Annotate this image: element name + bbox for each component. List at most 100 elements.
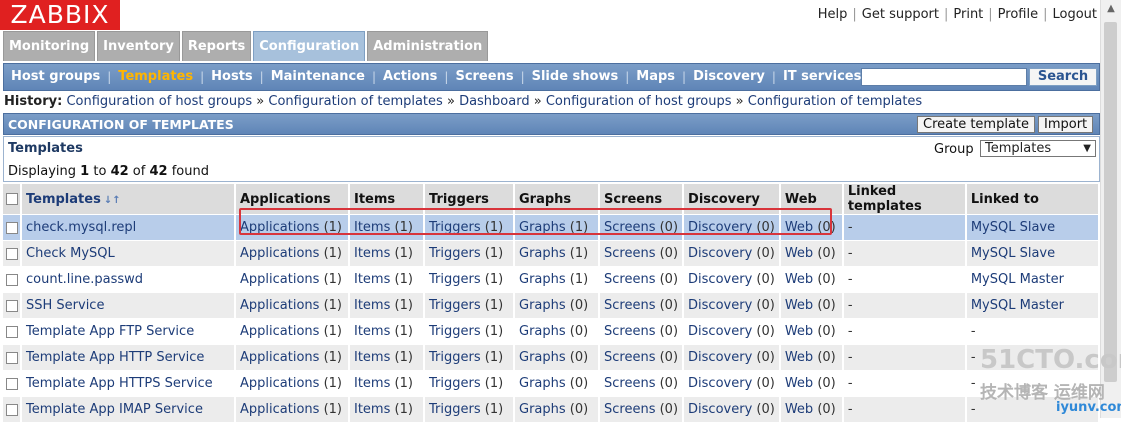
items-link[interactable]: Items bbox=[354, 272, 390, 287]
submenu-discovery[interactable]: Discovery bbox=[686, 64, 772, 90]
screens-link[interactable]: Screens bbox=[604, 350, 655, 365]
discovery-link[interactable]: Discovery bbox=[688, 350, 752, 365]
scroll-up-icon[interactable]: ▲ bbox=[1101, 0, 1121, 18]
submenu-hosts[interactable]: Hosts bbox=[204, 64, 260, 90]
web-link[interactable]: Web bbox=[785, 324, 813, 339]
template-name-link[interactable]: Template App IMAP Service bbox=[26, 402, 203, 417]
applications-link[interactable]: Applications bbox=[240, 298, 319, 313]
triggers-link[interactable]: Triggers bbox=[429, 402, 481, 417]
items-link[interactable]: Items bbox=[354, 350, 390, 365]
history-link[interactable]: Dashboard bbox=[459, 94, 530, 109]
template-name-link[interactable]: Template App HTTP Service bbox=[26, 350, 204, 365]
items-link[interactable]: Items bbox=[354, 402, 390, 417]
row-checkbox[interactable] bbox=[5, 403, 18, 416]
screens-link[interactable]: Screens bbox=[604, 272, 655, 287]
row-checkbox[interactable] bbox=[5, 247, 18, 260]
graphs-link[interactable]: Graphs bbox=[519, 298, 566, 313]
submenu-maintenance[interactable]: Maintenance bbox=[264, 64, 372, 90]
history-link[interactable]: Configuration of host groups bbox=[66, 94, 252, 109]
help-link[interactable]: Help bbox=[818, 7, 848, 22]
discovery-link[interactable]: Discovery bbox=[688, 220, 752, 235]
triggers-link[interactable]: Triggers bbox=[429, 246, 481, 261]
tab-administration[interactable]: Administration bbox=[367, 31, 489, 61]
group-select[interactable]: Templates ▼ bbox=[980, 140, 1096, 157]
applications-link[interactable]: Applications bbox=[240, 376, 319, 391]
triggers-link[interactable]: Triggers bbox=[429, 298, 481, 313]
row-checkbox[interactable] bbox=[5, 377, 18, 390]
linked-to-link[interactable]: MySQL Slave bbox=[971, 246, 1055, 261]
web-link[interactable]: Web bbox=[785, 402, 813, 417]
graphs-link[interactable]: Graphs bbox=[519, 350, 566, 365]
triggers-link[interactable]: Triggers bbox=[429, 376, 481, 391]
discovery-link[interactable]: Discovery bbox=[688, 402, 752, 417]
submenu-maps[interactable]: Maps bbox=[629, 64, 682, 90]
items-link[interactable]: Items bbox=[354, 298, 390, 313]
web-link[interactable]: Web bbox=[785, 246, 813, 261]
graphs-link[interactable]: Graphs bbox=[519, 324, 566, 339]
triggers-link[interactable]: Triggers bbox=[429, 272, 481, 287]
applications-link[interactable]: Applications bbox=[240, 220, 319, 235]
search-input[interactable] bbox=[861, 68, 1027, 86]
web-link[interactable]: Web bbox=[785, 298, 813, 313]
search-button[interactable]: Search bbox=[1029, 68, 1097, 86]
tab-inventory[interactable]: Inventory bbox=[97, 31, 180, 61]
items-link[interactable]: Items bbox=[354, 220, 390, 235]
tab-reports[interactable]: Reports bbox=[181, 31, 252, 61]
template-name-link[interactable]: count.line.passwd bbox=[26, 272, 143, 287]
screens-link[interactable]: Screens bbox=[604, 402, 655, 417]
tab-configuration[interactable]: Configuration bbox=[253, 31, 366, 61]
web-link[interactable]: Web bbox=[785, 220, 813, 235]
graphs-link[interactable]: Graphs bbox=[519, 272, 566, 287]
graphs-link[interactable]: Graphs bbox=[519, 220, 566, 235]
triggers-link[interactable]: Triggers bbox=[429, 350, 481, 365]
submenu-templates[interactable]: Templates bbox=[111, 64, 200, 90]
template-name-link[interactable]: SSH Service bbox=[26, 298, 104, 313]
graphs-link[interactable]: Graphs bbox=[519, 376, 566, 391]
print-link[interactable]: Print bbox=[953, 7, 983, 22]
web-link[interactable]: Web bbox=[785, 376, 813, 391]
history-link[interactable]: Configuration of templates bbox=[268, 94, 442, 109]
create-template-button[interactable]: Create template bbox=[917, 116, 1036, 133]
get-support-link[interactable]: Get support bbox=[862, 7, 939, 22]
history-link[interactable]: Configuration of templates bbox=[748, 94, 922, 109]
row-checkbox[interactable] bbox=[5, 325, 18, 338]
submenu-host-groups[interactable]: Host groups bbox=[4, 64, 107, 90]
applications-link[interactable]: Applications bbox=[240, 246, 319, 261]
web-link[interactable]: Web bbox=[785, 272, 813, 287]
web-link[interactable]: Web bbox=[785, 350, 813, 365]
screens-link[interactable]: Screens bbox=[604, 376, 655, 391]
row-checkbox[interactable] bbox=[5, 273, 18, 286]
template-name-link[interactable]: Check MySQL bbox=[26, 246, 115, 261]
items-link[interactable]: Items bbox=[354, 324, 390, 339]
screens-link[interactable]: Screens bbox=[604, 324, 655, 339]
applications-link[interactable]: Applications bbox=[240, 324, 319, 339]
row-checkbox[interactable] bbox=[5, 221, 18, 234]
tab-monitoring[interactable]: Monitoring bbox=[3, 31, 96, 61]
row-checkbox[interactable] bbox=[5, 299, 18, 312]
graphs-link[interactable]: Graphs bbox=[519, 402, 566, 417]
scroll-thumb[interactable] bbox=[1104, 22, 1117, 382]
applications-link[interactable]: Applications bbox=[240, 350, 319, 365]
submenu-slide-shows[interactable]: Slide shows bbox=[525, 64, 626, 90]
applications-link[interactable]: Applications bbox=[240, 272, 319, 287]
screens-link[interactable]: Screens bbox=[604, 220, 655, 235]
submenu-actions[interactable]: Actions bbox=[376, 64, 444, 90]
graphs-link[interactable]: Graphs bbox=[519, 246, 566, 261]
linked-to-link[interactable]: MySQL Master bbox=[971, 298, 1064, 313]
linked-to-link[interactable]: MySQL Master bbox=[971, 272, 1064, 287]
linked-to-link[interactable]: MySQL Slave bbox=[971, 220, 1055, 235]
applications-link[interactable]: Applications bbox=[240, 402, 319, 417]
col-templates[interactable]: Templates ↓↑ bbox=[22, 184, 236, 215]
submenu-it-services[interactable]: IT services bbox=[776, 64, 868, 90]
template-name-link[interactable]: check.mysql.repl bbox=[26, 220, 136, 235]
triggers-link[interactable]: Triggers bbox=[429, 220, 481, 235]
import-button[interactable]: Import bbox=[1038, 116, 1094, 133]
screens-link[interactable]: Screens bbox=[604, 246, 655, 261]
row-checkbox[interactable] bbox=[5, 351, 18, 364]
submenu-screens[interactable]: Screens bbox=[448, 64, 520, 90]
discovery-link[interactable]: Discovery bbox=[688, 376, 752, 391]
triggers-link[interactable]: Triggers bbox=[429, 324, 481, 339]
items-link[interactable]: Items bbox=[354, 246, 390, 261]
template-name-link[interactable]: Template App FTP Service bbox=[26, 324, 194, 339]
screens-link[interactable]: Screens bbox=[604, 298, 655, 313]
